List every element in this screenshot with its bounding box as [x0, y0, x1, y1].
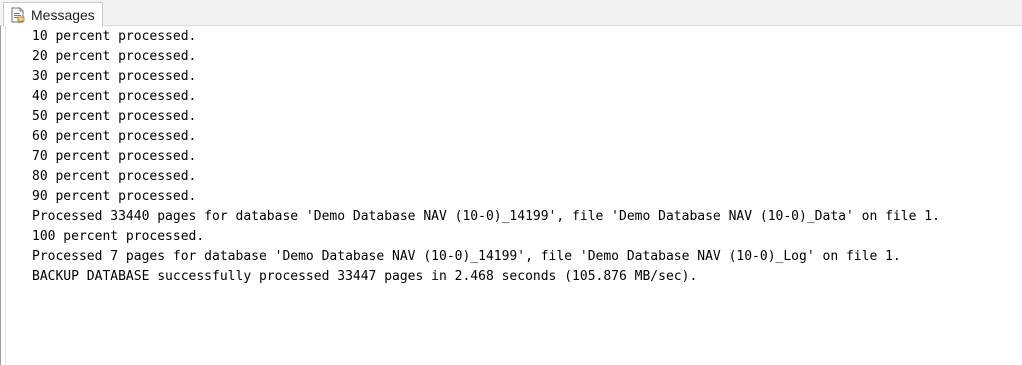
results-tabstrip: Messages — [0, 0, 1022, 27]
message-line: Processed 7 pages for database 'Demo Dat… — [32, 249, 901, 264]
message-line: 10 percent processed. — [32, 29, 197, 44]
message-line: 90 percent processed. — [32, 189, 197, 204]
tab-messages[interactable]: Messages — [3, 2, 103, 27]
results-window: Messages 10 percent processed. 20 percent… — [0, 0, 1022, 365]
messages-output[interactable]: 10 percent processed. 20 percent processe… — [32, 27, 1012, 365]
tab-messages-label: Messages — [31, 7, 95, 23]
message-line: 40 percent processed. — [32, 89, 197, 104]
message-line: 60 percent processed. — [32, 129, 197, 144]
message-line: 30 percent processed. — [32, 69, 197, 84]
messages-page-icon — [10, 7, 26, 24]
message-line: BACKUP DATABASE successfully processed 3… — [32, 269, 698, 284]
message-line: 50 percent processed. — [32, 109, 197, 124]
message-line: 70 percent processed. — [32, 149, 197, 164]
message-line: 80 percent processed. — [32, 169, 197, 184]
message-line: 100 percent processed. — [32, 229, 205, 244]
messages-gutter — [1, 26, 6, 365]
message-line: 20 percent processed. — [32, 49, 197, 64]
message-line: Processed 33440 pages for database 'Demo… — [32, 209, 940, 224]
